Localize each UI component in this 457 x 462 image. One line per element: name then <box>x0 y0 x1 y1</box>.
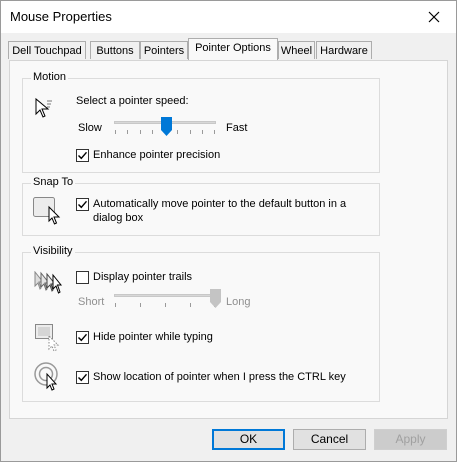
slow-label: Slow <box>78 122 102 134</box>
snap-to-icon <box>33 197 61 225</box>
pointer-speed-icon <box>35 97 52 118</box>
tab-dell-touchpad[interactable]: Dell Touchpad <box>8 41 86 59</box>
pointer-trails-checkbox[interactable] <box>76 271 89 284</box>
snap-to-label-line2[interactable]: dialog box <box>93 212 143 224</box>
pointer-speed-label: Select a pointer speed: <box>76 95 189 107</box>
show-location-checkbox[interactable] <box>76 371 89 384</box>
checkmark-icon <box>78 333 88 342</box>
pointer-speed-slider[interactable] <box>112 117 218 137</box>
pointer-options-panel: Motion Select a pointer speed: Slow Fast… <box>9 60 448 419</box>
checkmark-icon <box>78 373 88 382</box>
mouse-properties-window: Mouse Properties Dell Touchpad Buttons P… <box>0 0 457 462</box>
close-button[interactable] <box>412 1 456 33</box>
snap-to-group: Snap To Automatically move pointer to th… <box>22 176 380 236</box>
pointer-trails-thumb <box>209 289 221 308</box>
ok-button[interactable]: OK <box>212 429 285 450</box>
fast-label: Fast <box>226 122 248 134</box>
checkmark-icon <box>78 151 88 160</box>
pointer-speed-thumb[interactable] <box>160 117 172 136</box>
window-title: Mouse Properties <box>10 9 112 24</box>
tab-wheel[interactable]: Wheel <box>278 41 315 59</box>
pointer-location-icon <box>34 362 58 391</box>
short-label: Short <box>78 296 105 308</box>
tab-hardware[interactable]: Hardware <box>316 41 372 59</box>
show-location-label[interactable]: Show location of pointer when I press th… <box>93 371 346 383</box>
visibility-legend: Visibility <box>31 245 75 257</box>
close-icon <box>428 11 440 23</box>
visibility-group: Visibility Display pointer trails Short <box>22 245 380 402</box>
checkmark-icon <box>78 200 88 209</box>
snap-to-checkbox[interactable] <box>76 198 89 211</box>
enhance-precision-checkbox[interactable] <box>76 149 89 162</box>
motion-legend: Motion <box>31 71 69 83</box>
cancel-button[interactable]: Cancel <box>293 429 366 450</box>
pointer-trails-label[interactable]: Display pointer trails <box>93 271 192 283</box>
hide-pointer-checkbox[interactable] <box>76 331 89 344</box>
hide-pointer-icon <box>35 324 60 352</box>
hide-pointer-label[interactable]: Hide pointer while typing <box>93 331 213 343</box>
motion-group: Motion Select a pointer speed: Slow Fast… <box>22 71 380 173</box>
snap-to-legend: Snap To <box>31 176 76 188</box>
apply-button[interactable]: Apply <box>374 429 447 450</box>
tab-pointer-options[interactable]: Pointer Options <box>188 38 278 60</box>
pointer-trails-slider <box>112 289 221 309</box>
enhance-precision-label[interactable]: Enhance pointer precision <box>93 149 220 161</box>
long-label: Long <box>226 296 251 308</box>
tab-buttons[interactable]: Buttons <box>90 41 140 59</box>
title-bar: Mouse Properties <box>1 1 456 33</box>
snap-to-label-line1[interactable]: Automatically move pointer to the defaul… <box>93 198 346 210</box>
tab-pointers[interactable]: Pointers <box>140 41 188 59</box>
pointer-trails-icon <box>34 271 63 294</box>
